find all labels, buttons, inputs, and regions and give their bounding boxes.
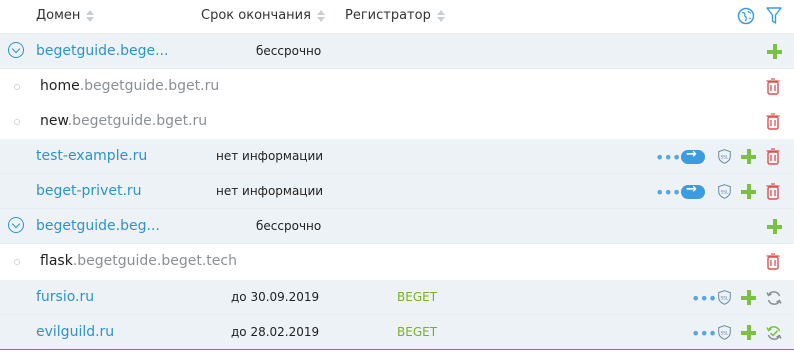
trash-icon[interactable] — [766, 113, 780, 130]
subdomain-prefix: home — [40, 78, 80, 94]
column-registrar-label: Регистратор — [345, 8, 431, 23]
domain-link[interactable]: begetguide.beg... — [36, 218, 160, 234]
domain-link[interactable]: begetguide.bege... — [36, 43, 168, 59]
subdomain-parent: .begetguide.bget.ru — [79, 78, 220, 94]
registrar-value: BEGET — [397, 290, 438, 304]
svg-text:SSL: SSL — [721, 295, 729, 301]
add-subdomain-icon[interactable] — [741, 325, 756, 340]
expand-toggle-icon[interactable] — [8, 42, 24, 58]
more-options-icon[interactable]: ••• — [655, 185, 681, 201]
subdomain-name[interactable]: new.begetguide.bget.ru — [40, 113, 207, 129]
add-subdomain-icon[interactable] — [741, 184, 756, 199]
expiry-value: до 30.09.2019 — [231, 290, 320, 304]
add-subdomain-icon[interactable] — [767, 219, 782, 234]
svg-text:SSL: SSL — [721, 154, 729, 160]
add-subdomain-icon[interactable] — [741, 290, 756, 305]
sort-icon[interactable] — [436, 9, 446, 23]
redirect-icon[interactable] — [681, 182, 705, 199]
domain-row[interactable]: fursio.ru до 30.09.2019 BEGET ••• SSL — [0, 280, 794, 315]
domain-link[interactable]: beget-privet.ru — [36, 183, 142, 199]
domain-row[interactable]: test-example.ru нет информации ••• SSL — [0, 139, 794, 174]
registrar-value: BEGET — [397, 325, 438, 339]
ssl-icon[interactable]: SSL — [718, 149, 731, 164]
column-expiry-header[interactable]: Срок окончания — [201, 8, 326, 23]
tree-node-dot — [14, 259, 20, 265]
subdomain-name[interactable]: flask.begetguide.beget.tech — [40, 253, 237, 269]
sort-icon[interactable] — [86, 9, 95, 23]
svg-text:SSL: SSL — [721, 189, 729, 195]
ssl-icon[interactable]: SSL — [718, 325, 731, 340]
table-header: Домен Срок окончания Регистратор — [0, 0, 794, 34]
more-options-icon[interactable]: ••• — [691, 326, 717, 342]
subdomain-row[interactable]: flask.begetguide.beget.tech — [0, 244, 794, 279]
tree-node-dot — [14, 119, 20, 125]
ssl-icon[interactable]: SSL — [718, 184, 731, 199]
sort-icon[interactable] — [316, 9, 326, 23]
domain-row[interactable]: beget-privet.ru нет информации ••• SSL — [0, 174, 794, 209]
domain-group-row[interactable]: begetguide.beg... бессрочно — [0, 209, 794, 244]
auto-renew-check-icon[interactable] — [765, 324, 783, 342]
trash-icon[interactable] — [766, 148, 780, 165]
column-domain-header[interactable]: Домен — [36, 8, 95, 23]
add-subdomain-icon[interactable] — [767, 44, 782, 59]
expand-toggle-icon[interactable] — [8, 217, 24, 233]
expiry-value: до 28.02.2019 — [231, 325, 320, 339]
ssl-icon[interactable]: SSL — [718, 290, 731, 305]
domain-group-row[interactable]: begetguide.bege... бессрочно — [0, 34, 794, 69]
column-registrar-header[interactable]: Регистратор — [345, 8, 446, 23]
filter-icon[interactable] — [766, 7, 782, 25]
subdomain-row[interactable]: new.begetguide.bget.ru — [0, 104, 794, 139]
domain-link[interactable]: test-example.ru — [36, 148, 147, 164]
column-expiry-label: Срок окончания — [201, 8, 311, 23]
subdomain-row[interactable]: home.begetguide.bget.ru — [0, 69, 794, 104]
subdomain-parent: .begetguide.bget.ru — [67, 113, 208, 129]
subdomain-parent: .begetguide.beget.tech — [72, 253, 237, 269]
add-subdomain-icon[interactable] — [741, 149, 756, 164]
trash-icon[interactable] — [766, 78, 780, 95]
subdomain-prefix: new — [40, 113, 68, 129]
redirect-icon[interactable] — [681, 147, 705, 164]
trash-icon[interactable] — [766, 183, 780, 200]
renew-sync-icon[interactable] — [765, 289, 783, 307]
domain-row[interactable]: evilguild.ru до 28.02.2019 BEGET ••• SSL — [0, 315, 794, 350]
globe-icon[interactable] — [737, 7, 755, 25]
more-options-icon[interactable]: ••• — [655, 150, 681, 166]
expiry-value: нет информации — [216, 184, 324, 198]
domain-link[interactable]: fursio.ru — [36, 289, 94, 305]
expiry-value: нет информации — [216, 149, 324, 163]
expiry-value: бессрочно — [256, 44, 322, 58]
svg-text:SSL: SSL — [721, 330, 729, 336]
column-domain-label: Домен — [36, 8, 81, 23]
domain-link[interactable]: evilguild.ru — [36, 324, 114, 340]
tree-node-dot — [14, 84, 20, 90]
more-options-icon[interactable]: ••• — [691, 291, 717, 307]
expiry-value: бессрочно — [256, 219, 322, 233]
subdomain-name[interactable]: home.begetguide.bget.ru — [40, 78, 219, 94]
trash-icon[interactable] — [766, 253, 780, 270]
subdomain-prefix: flask — [40, 253, 73, 269]
